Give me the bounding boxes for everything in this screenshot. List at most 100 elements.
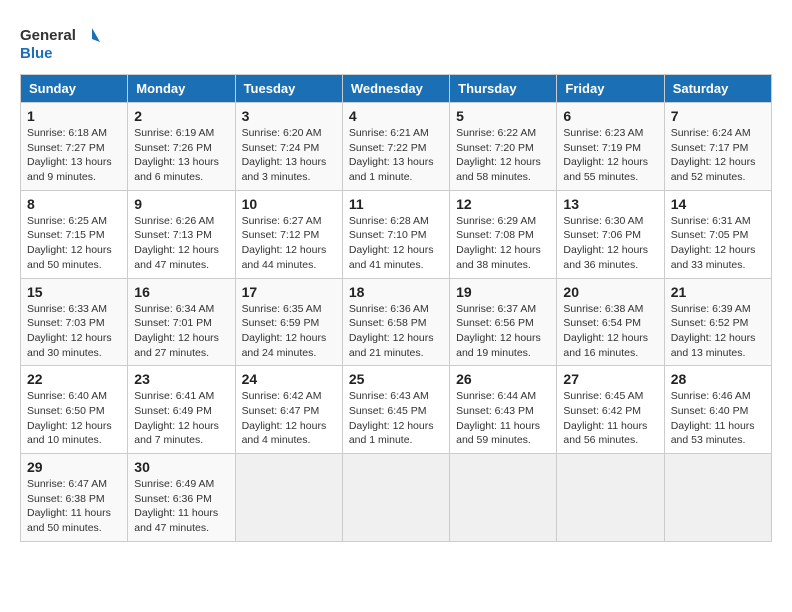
day-info: Sunrise: 6:25 AMSunset: 7:15 PMDaylight:… <box>27 215 112 271</box>
day-info: Sunrise: 6:26 AMSunset: 7:13 PMDaylight:… <box>134 215 219 271</box>
calendar-cell: 15 Sunrise: 6:33 AMSunset: 7:03 PMDaylig… <box>21 278 128 366</box>
calendar-cell: 16 Sunrise: 6:34 AMSunset: 7:01 PMDaylig… <box>128 278 235 366</box>
calendar-cell: 1 Sunrise: 6:18 AMSunset: 7:27 PMDayligh… <box>21 103 128 191</box>
day-number: 7 <box>671 108 765 124</box>
day-info: Sunrise: 6:49 AMSunset: 6:36 PMDaylight:… <box>134 478 218 534</box>
day-info: Sunrise: 6:27 AMSunset: 7:12 PMDaylight:… <box>242 215 327 271</box>
day-number: 17 <box>242 284 336 300</box>
calendar-table: SundayMondayTuesdayWednesdayThursdayFrid… <box>20 74 772 542</box>
day-info: Sunrise: 6:29 AMSunset: 7:08 PMDaylight:… <box>456 215 541 271</box>
calendar-week-1: 1 Sunrise: 6:18 AMSunset: 7:27 PMDayligh… <box>21 103 772 191</box>
calendar-cell: 5 Sunrise: 6:22 AMSunset: 7:20 PMDayligh… <box>450 103 557 191</box>
calendar-cell <box>450 454 557 542</box>
calendar-cell: 9 Sunrise: 6:26 AMSunset: 7:13 PMDayligh… <box>128 190 235 278</box>
svg-text:General: General <box>20 27 76 44</box>
day-info: Sunrise: 6:44 AMSunset: 6:43 PMDaylight:… <box>456 390 540 446</box>
day-info: Sunrise: 6:47 AMSunset: 6:38 PMDaylight:… <box>27 478 111 534</box>
calendar-cell: 13 Sunrise: 6:30 AMSunset: 7:06 PMDaylig… <box>557 190 664 278</box>
calendar-week-3: 15 Sunrise: 6:33 AMSunset: 7:03 PMDaylig… <box>21 278 772 366</box>
day-number: 13 <box>563 196 657 212</box>
day-info: Sunrise: 6:37 AMSunset: 6:56 PMDaylight:… <box>456 303 541 359</box>
calendar-header: SundayMondayTuesdayWednesdayThursdayFrid… <box>21 75 772 103</box>
day-info: Sunrise: 6:19 AMSunset: 7:26 PMDaylight:… <box>134 127 219 183</box>
day-number: 4 <box>349 108 443 124</box>
page-header: General Blue <box>20 20 772 64</box>
day-info: Sunrise: 6:46 AMSunset: 6:40 PMDaylight:… <box>671 390 755 446</box>
day-number: 30 <box>134 459 228 475</box>
day-number: 16 <box>134 284 228 300</box>
day-number: 18 <box>349 284 443 300</box>
header-day-monday: Monday <box>128 75 235 103</box>
header-day-friday: Friday <box>557 75 664 103</box>
day-number: 27 <box>563 371 657 387</box>
calendar-cell: 27 Sunrise: 6:45 AMSunset: 6:42 PMDaylig… <box>557 366 664 454</box>
calendar-cell: 29 Sunrise: 6:47 AMSunset: 6:38 PMDaylig… <box>21 454 128 542</box>
calendar-cell: 11 Sunrise: 6:28 AMSunset: 7:10 PMDaylig… <box>342 190 449 278</box>
day-info: Sunrise: 6:41 AMSunset: 6:49 PMDaylight:… <box>134 390 219 446</box>
header-day-sunday: Sunday <box>21 75 128 103</box>
day-number: 22 <box>27 371 121 387</box>
day-info: Sunrise: 6:42 AMSunset: 6:47 PMDaylight:… <box>242 390 327 446</box>
calendar-cell: 22 Sunrise: 6:40 AMSunset: 6:50 PMDaylig… <box>21 366 128 454</box>
calendar-cell <box>235 454 342 542</box>
calendar-cell: 12 Sunrise: 6:29 AMSunset: 7:08 PMDaylig… <box>450 190 557 278</box>
calendar-week-4: 22 Sunrise: 6:40 AMSunset: 6:50 PMDaylig… <box>21 366 772 454</box>
calendar-cell: 14 Sunrise: 6:31 AMSunset: 7:05 PMDaylig… <box>664 190 771 278</box>
calendar-cell: 8 Sunrise: 6:25 AMSunset: 7:15 PMDayligh… <box>21 190 128 278</box>
day-info: Sunrise: 6:22 AMSunset: 7:20 PMDaylight:… <box>456 127 541 183</box>
day-info: Sunrise: 6:40 AMSunset: 6:50 PMDaylight:… <box>27 390 112 446</box>
calendar-cell: 17 Sunrise: 6:35 AMSunset: 6:59 PMDaylig… <box>235 278 342 366</box>
day-number: 3 <box>242 108 336 124</box>
day-number: 23 <box>134 371 228 387</box>
day-info: Sunrise: 6:30 AMSunset: 7:06 PMDaylight:… <box>563 215 648 271</box>
day-number: 20 <box>563 284 657 300</box>
day-number: 10 <box>242 196 336 212</box>
calendar-cell: 18 Sunrise: 6:36 AMSunset: 6:58 PMDaylig… <box>342 278 449 366</box>
day-info: Sunrise: 6:28 AMSunset: 7:10 PMDaylight:… <box>349 215 434 271</box>
calendar-cell: 10 Sunrise: 6:27 AMSunset: 7:12 PMDaylig… <box>235 190 342 278</box>
day-number: 15 <box>27 284 121 300</box>
day-info: Sunrise: 6:18 AMSunset: 7:27 PMDaylight:… <box>27 127 112 183</box>
calendar-cell: 3 Sunrise: 6:20 AMSunset: 7:24 PMDayligh… <box>235 103 342 191</box>
day-info: Sunrise: 6:31 AMSunset: 7:05 PMDaylight:… <box>671 215 756 271</box>
header-day-tuesday: Tuesday <box>235 75 342 103</box>
calendar-cell: 26 Sunrise: 6:44 AMSunset: 6:43 PMDaylig… <box>450 366 557 454</box>
logo: General Blue <box>20 20 100 64</box>
day-info: Sunrise: 6:39 AMSunset: 6:52 PMDaylight:… <box>671 303 756 359</box>
day-info: Sunrise: 6:38 AMSunset: 6:54 PMDaylight:… <box>563 303 648 359</box>
calendar-cell: 30 Sunrise: 6:49 AMSunset: 6:36 PMDaylig… <box>128 454 235 542</box>
day-number: 1 <box>27 108 121 124</box>
header-day-saturday: Saturday <box>664 75 771 103</box>
calendar-cell: 4 Sunrise: 6:21 AMSunset: 7:22 PMDayligh… <box>342 103 449 191</box>
day-info: Sunrise: 6:36 AMSunset: 6:58 PMDaylight:… <box>349 303 434 359</box>
calendar-cell: 25 Sunrise: 6:43 AMSunset: 6:45 PMDaylig… <box>342 366 449 454</box>
day-number: 21 <box>671 284 765 300</box>
day-info: Sunrise: 6:45 AMSunset: 6:42 PMDaylight:… <box>563 390 647 446</box>
calendar-cell <box>664 454 771 542</box>
day-info: Sunrise: 6:34 AMSunset: 7:01 PMDaylight:… <box>134 303 219 359</box>
calendar-cell: 23 Sunrise: 6:41 AMSunset: 6:49 PMDaylig… <box>128 366 235 454</box>
calendar-cell: 6 Sunrise: 6:23 AMSunset: 7:19 PMDayligh… <box>557 103 664 191</box>
day-number: 5 <box>456 108 550 124</box>
day-number: 24 <box>242 371 336 387</box>
day-number: 26 <box>456 371 550 387</box>
day-info: Sunrise: 6:24 AMSunset: 7:17 PMDaylight:… <box>671 127 756 183</box>
header-day-thursday: Thursday <box>450 75 557 103</box>
calendar-week-5: 29 Sunrise: 6:47 AMSunset: 6:38 PMDaylig… <box>21 454 772 542</box>
calendar-week-2: 8 Sunrise: 6:25 AMSunset: 7:15 PMDayligh… <box>21 190 772 278</box>
header-day-wednesday: Wednesday <box>342 75 449 103</box>
day-number: 14 <box>671 196 765 212</box>
day-number: 12 <box>456 196 550 212</box>
day-info: Sunrise: 6:20 AMSunset: 7:24 PMDaylight:… <box>242 127 327 183</box>
day-number: 11 <box>349 196 443 212</box>
day-number: 29 <box>27 459 121 475</box>
calendar-cell: 7 Sunrise: 6:24 AMSunset: 7:17 PMDayligh… <box>664 103 771 191</box>
day-info: Sunrise: 6:33 AMSunset: 7:03 PMDaylight:… <box>27 303 112 359</box>
calendar-cell: 19 Sunrise: 6:37 AMSunset: 6:56 PMDaylig… <box>450 278 557 366</box>
calendar-cell: 28 Sunrise: 6:46 AMSunset: 6:40 PMDaylig… <box>664 366 771 454</box>
day-info: Sunrise: 6:21 AMSunset: 7:22 PMDaylight:… <box>349 127 434 183</box>
calendar-cell: 2 Sunrise: 6:19 AMSunset: 7:26 PMDayligh… <box>128 103 235 191</box>
day-info: Sunrise: 6:43 AMSunset: 6:45 PMDaylight:… <box>349 390 434 446</box>
calendar-cell <box>557 454 664 542</box>
day-number: 2 <box>134 108 228 124</box>
